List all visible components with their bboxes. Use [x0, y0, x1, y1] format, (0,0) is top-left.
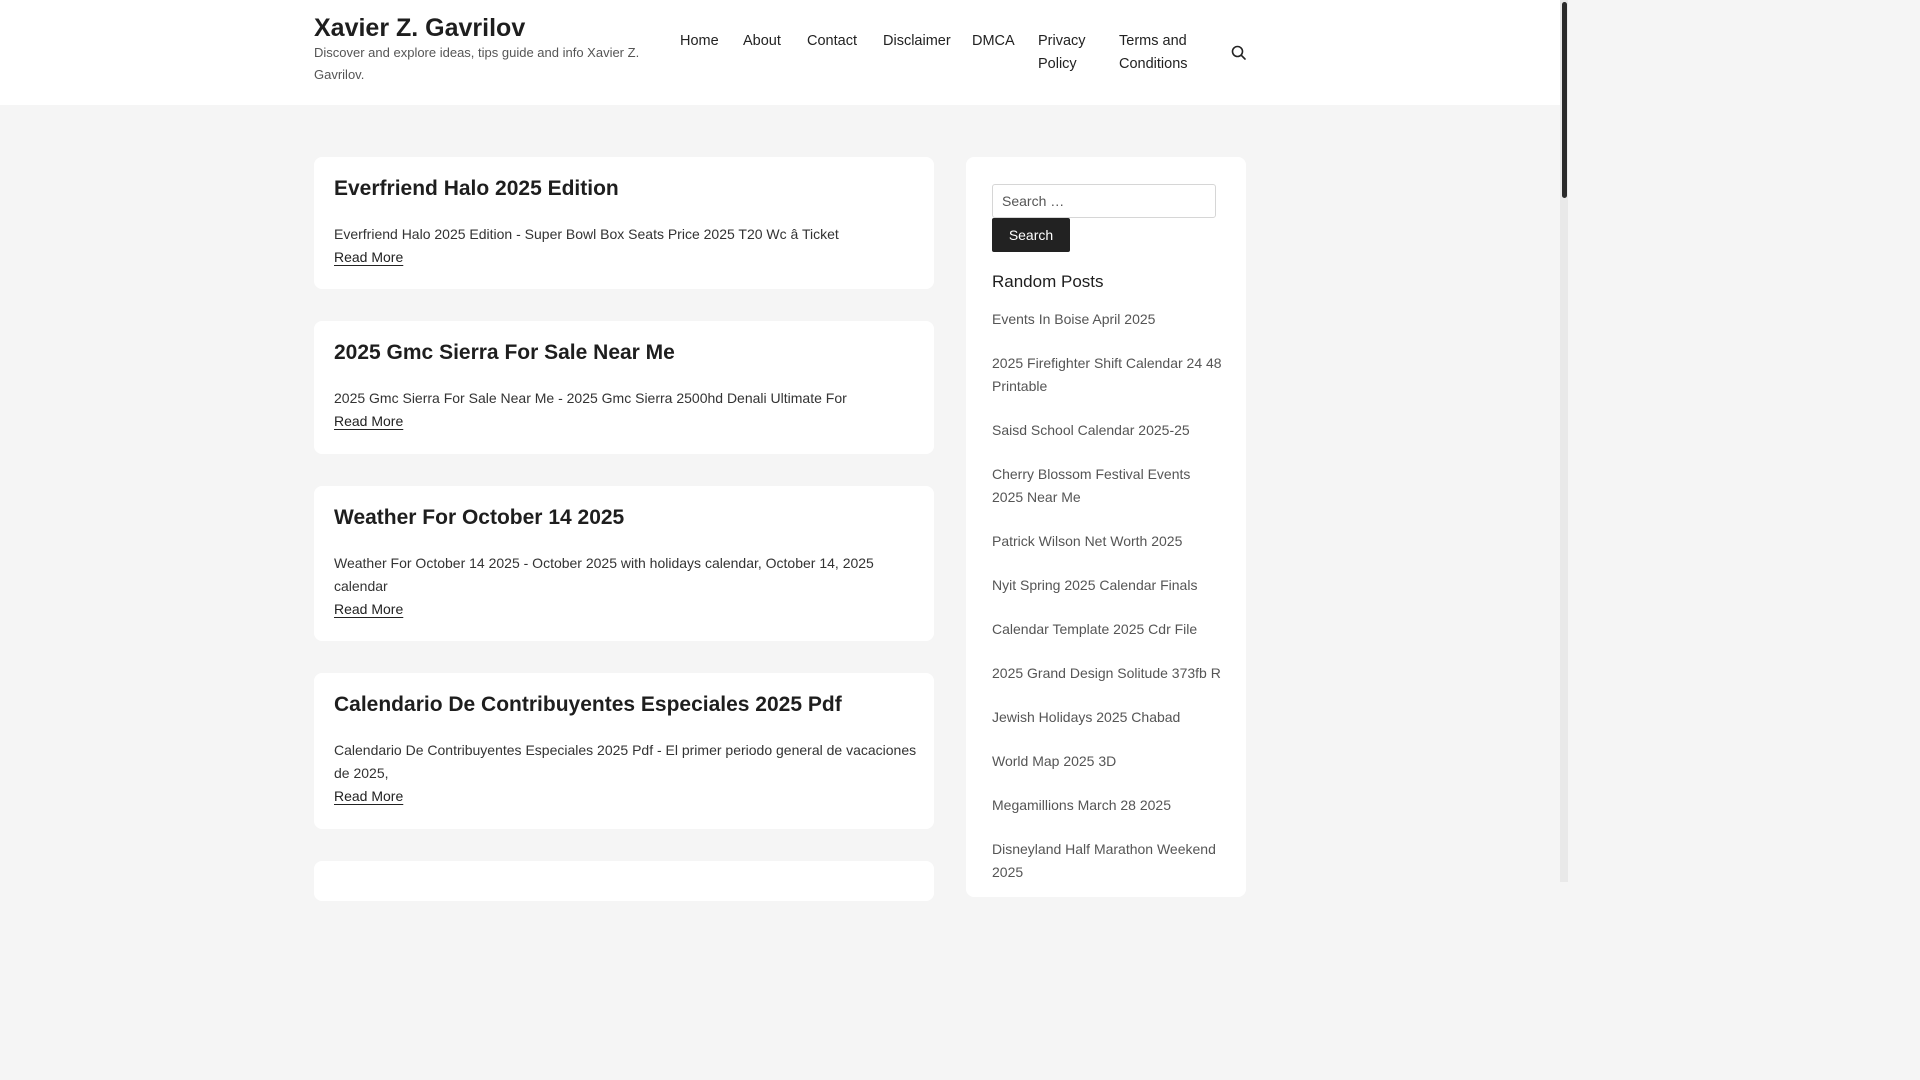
read-more-link[interactable]: Read More: [334, 598, 403, 621]
site-title[interactable]: Xavier Z. Gavrilov: [314, 14, 525, 43]
nav-dmca[interactable]: DMCA: [972, 30, 1015, 53]
random-post-link[interactable]: Events In Boise April 2025: [992, 308, 1222, 331]
post-card: Weather For October 14 2025 Weather For …: [314, 486, 934, 641]
post-excerpt: 2025 Gmc Sierra For Sale Near Me - 2025 …: [334, 390, 847, 406]
sidebar-search-button[interactable]: Search: [992, 218, 1070, 252]
read-more-link[interactable]: Read More: [334, 246, 403, 269]
nav-about[interactable]: About: [743, 30, 781, 53]
random-post-link[interactable]: Nyit Spring 2025 Calendar Finals: [992, 574, 1222, 597]
random-post-link[interactable]: 2025 Firefighter Shift Calendar 24 48 Pr…: [992, 352, 1222, 398]
post-card: [314, 861, 934, 901]
search-icon[interactable]: [1230, 44, 1248, 62]
post-card: 2025 Gmc Sierra For Sale Near Me 2025 Gm…: [314, 321, 934, 454]
sidebar: Search Random Posts Events In Boise Apri…: [966, 157, 1246, 897]
post-title[interactable]: Weather For October 14 2025: [334, 506, 624, 530]
random-post-link[interactable]: Cherry Blossom Festival Events 2025 Near…: [992, 463, 1222, 509]
site-tagline: Discover and explore ideas, tips guide a…: [314, 45, 640, 82]
nav-home[interactable]: Home: [680, 30, 719, 53]
post-title[interactable]: Everfriend Halo 2025 Edition: [334, 177, 619, 201]
post-excerpt: Everfriend Halo 2025 Edition - Super Bow…: [334, 226, 839, 242]
random-post-link[interactable]: Calendar Template 2025 Cdr File: [992, 618, 1222, 641]
nav-contact[interactable]: Contact: [807, 30, 857, 53]
read-more-link[interactable]: Read More: [334, 785, 403, 808]
post-title[interactable]: 2025 Gmc Sierra For Sale Near Me: [334, 341, 675, 365]
random-post-link[interactable]: 2025 Grand Design Solitude 373fb R: [992, 662, 1222, 685]
post-title[interactable]: Calendario De Contribuyentes Especiales …: [334, 693, 842, 717]
post-card: Calendario De Contribuyentes Especiales …: [314, 673, 934, 829]
random-post-link[interactable]: Patrick Wilson Net Worth 2025: [992, 530, 1222, 553]
random-posts-heading: Random Posts: [992, 272, 1104, 291]
random-post-link[interactable]: Megamillions March 28 2025: [992, 794, 1222, 817]
sidebar-search-input[interactable]: [992, 184, 1216, 218]
post-excerpt: Calendario De Contribuyentes Especiales …: [334, 742, 917, 781]
random-post-link[interactable]: Saisd School Calendar 2025-25: [992, 419, 1222, 442]
read-more-link[interactable]: Read More: [334, 410, 403, 433]
post-excerpt: Weather For October 14 2025 - October 20…: [334, 555, 874, 594]
site-header: Xavier Z. Gavrilov Discover and explore …: [0, 0, 1560, 105]
random-post-link[interactable]: World Map 2025 3D: [992, 750, 1222, 773]
random-post-link[interactable]: Disneyland Half Marathon Weekend 2025: [992, 838, 1222, 884]
nav-privacy-policy[interactable]: Privacy Policy: [1038, 30, 1102, 76]
post-card: Everfriend Halo 2025 Edition Everfriend …: [314, 157, 934, 289]
nav-terms-and-conditions[interactable]: Terms and Conditions: [1119, 30, 1209, 76]
random-post-link[interactable]: Jewish Holidays 2025 Chabad: [992, 706, 1222, 729]
nav-disclaimer[interactable]: Disclaimer: [883, 30, 951, 53]
scrollbar-thumb[interactable]: [1562, 2, 1567, 198]
